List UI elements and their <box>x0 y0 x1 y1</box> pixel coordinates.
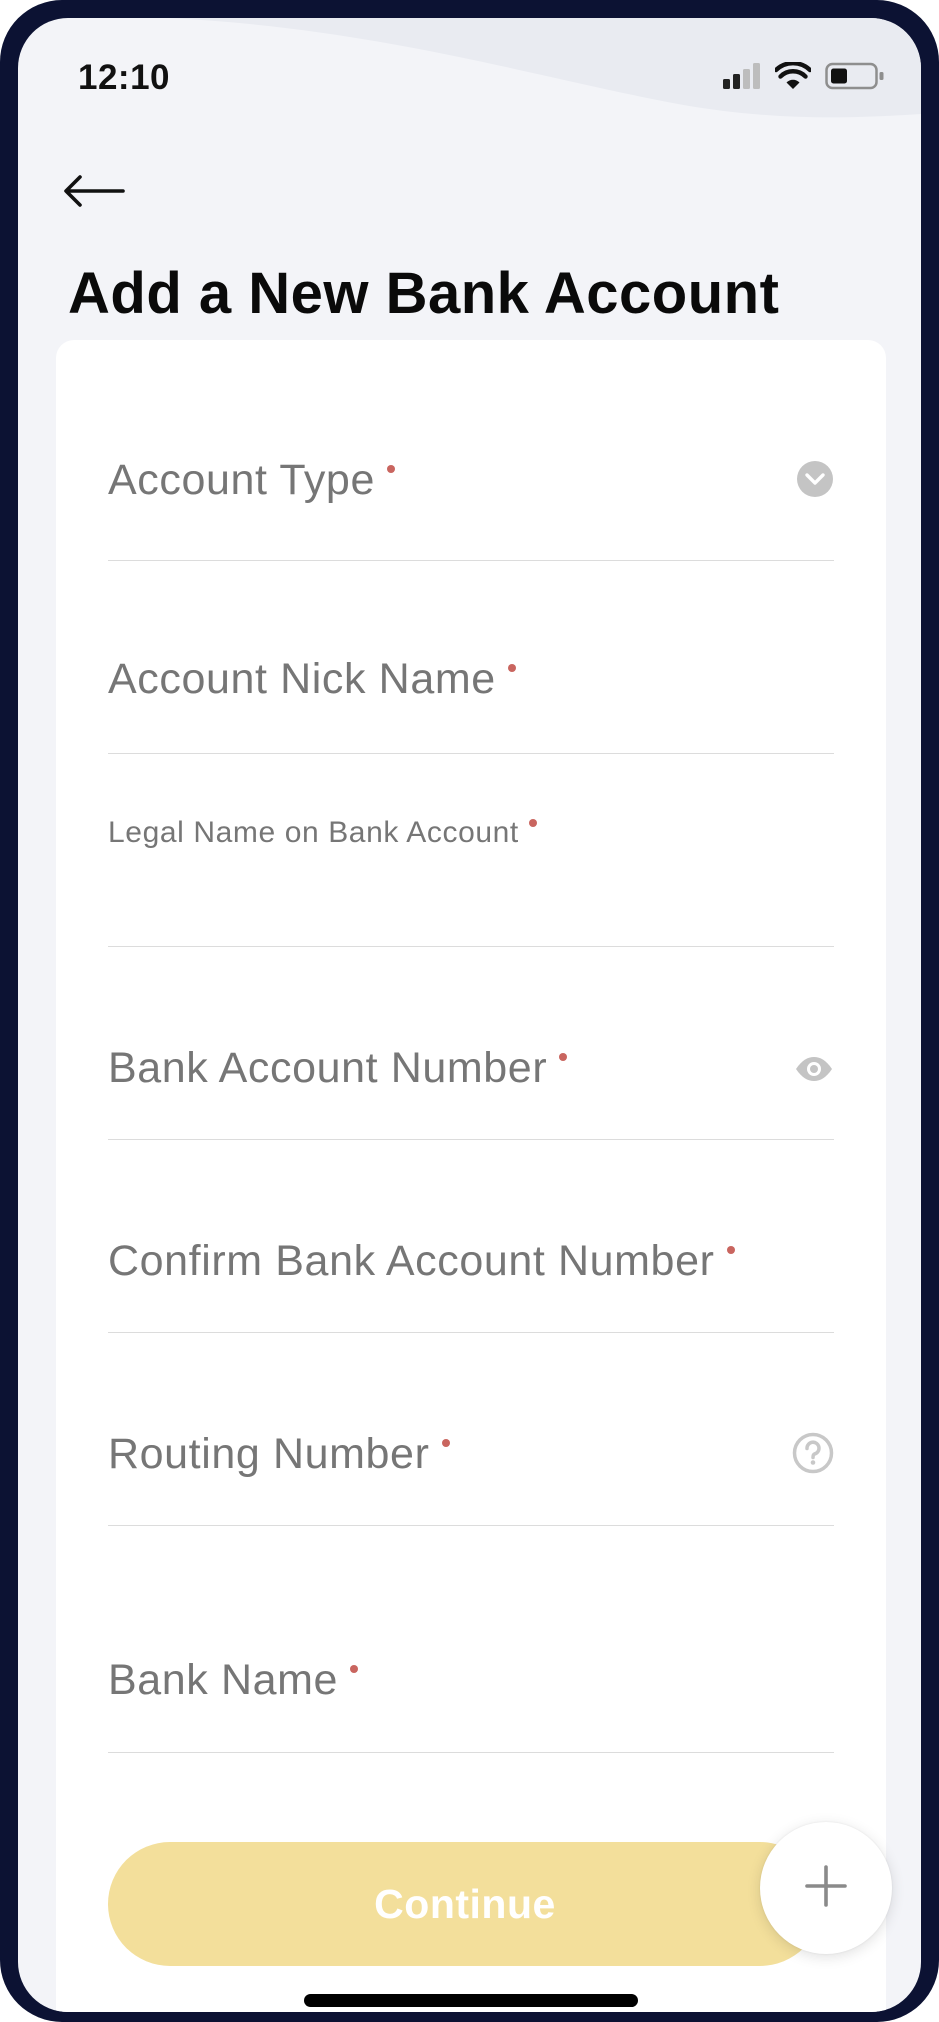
form-card: Account Type Account Nick Name Legal Nam… <box>56 340 886 2012</box>
wifi-icon <box>773 60 813 95</box>
add-fab-button[interactable] <box>760 1822 892 1954</box>
status-time: 12:10 <box>78 58 171 97</box>
routing-number-input[interactable]: Routing Number <box>108 1404 834 1526</box>
required-indicator <box>350 1664 359 1673</box>
continue-button[interactable]: Continue <box>108 1842 822 1966</box>
screen: 12:10 Add a New Bank Account Account Typ… <box>18 18 921 2012</box>
bank-name-label: Bank Name <box>108 1656 359 1705</box>
required-indicator <box>726 1245 735 1254</box>
help-circle-icon[interactable] <box>792 1432 834 1479</box>
status-icons <box>723 60 885 95</box>
account-type-label: Account Type <box>108 456 395 505</box>
required-indicator <box>507 663 516 672</box>
device-frame: 12:10 Add a New Bank Account Account Typ… <box>0 0 939 2022</box>
required-indicator <box>528 819 537 827</box>
home-indicator <box>304 1994 638 2007</box>
confirm-bank-account-number-input[interactable]: Confirm Bank Account Number <box>108 1211 834 1333</box>
account-nick-name-input[interactable]: Account Nick Name <box>108 630 834 754</box>
arrow-left-icon <box>63 174 125 213</box>
bank-account-number-input[interactable]: Bank Account Number <box>108 1018 834 1140</box>
plus-icon <box>804 1864 848 1913</box>
routing-number-label: Routing Number <box>108 1430 450 1479</box>
account-nick-name-label: Account Nick Name <box>108 655 516 704</box>
bank-name-input[interactable]: Bank Name <box>108 1600 834 1753</box>
account-type-select[interactable]: Account Type <box>108 430 834 561</box>
eye-icon[interactable] <box>794 1056 834 1087</box>
required-indicator <box>441 1438 450 1447</box>
signal-icon <box>723 63 761 94</box>
bank-account-number-label: Bank Account Number <box>108 1044 568 1093</box>
back-button[interactable] <box>54 158 134 228</box>
confirm-bank-account-number-label: Confirm Bank Account Number <box>108 1237 735 1286</box>
legal-name-input[interactable]: Legal Name on Bank Account <box>108 804 834 947</box>
chevron-down-circle-icon[interactable] <box>796 460 834 503</box>
legal-name-label: Legal Name on Bank Account <box>108 816 537 850</box>
battery-icon <box>825 62 885 95</box>
required-indicator <box>559 1052 568 1061</box>
required-indicator <box>386 464 395 473</box>
page-title: Add a New Bank Account <box>68 261 780 326</box>
